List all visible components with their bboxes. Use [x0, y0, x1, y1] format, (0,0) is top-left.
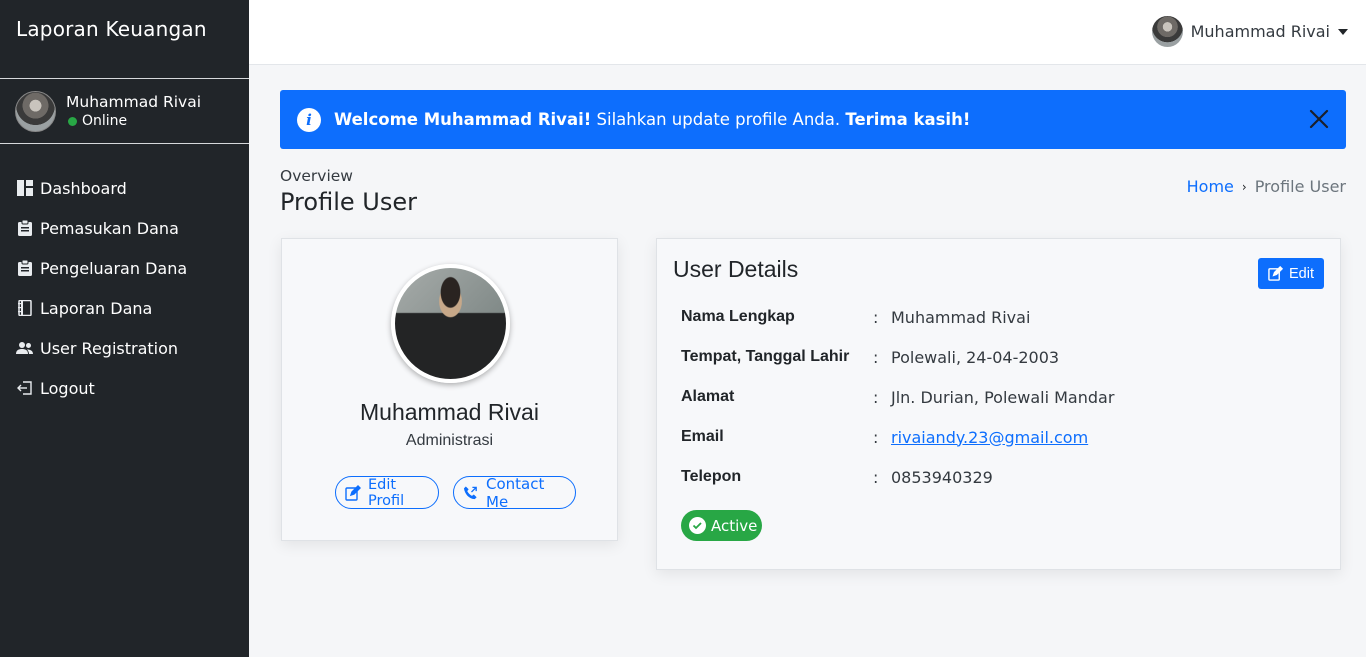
check-circle-icon: [689, 517, 706, 534]
chevron-right-icon: ›: [1241, 179, 1247, 194]
overview-label: Overview: [280, 167, 353, 185]
online-dot-icon: [68, 116, 77, 126]
sidebar-item-label: Pengeluaran Dana: [40, 258, 188, 278]
sidebar-item-label: Laporan Dana: [40, 298, 153, 318]
detail-value: Polewali, 24-04-2003: [891, 347, 1060, 367]
detail-row-email: Email : rivaiandy.23@gmail.com: [681, 426, 1088, 448]
breadcrumb-home-link[interactable]: Home: [1187, 177, 1234, 196]
topbar: Muhammad Rivai: [249, 0, 1366, 65]
avatar: [1151, 16, 1183, 47]
phone-icon: [463, 485, 479, 501]
close-icon[interactable]: [1308, 108, 1330, 130]
users-icon: [16, 340, 33, 357]
alert-text: Welcome Muhammad Rivai! Silahkan update …: [334, 110, 970, 129]
edit-profil-button[interactable]: Edit Profil: [335, 476, 439, 509]
detail-row-alamat: Alamat : Jln. Durian, Polewali Mandar: [681, 386, 1114, 408]
sidebar-item-dashboard[interactable]: Dashboard: [0, 168, 249, 208]
detail-label: Nama Lengkap: [681, 308, 795, 325]
detail-label: Alamat: [681, 388, 735, 405]
sidebar-nav: Dashboard Pemasukan Dana Pengeluaran Dan…: [0, 168, 249, 408]
detail-colon: :: [873, 387, 879, 407]
detail-value: 0853940329: [891, 467, 993, 487]
detail-label: Telepon: [681, 468, 742, 485]
edit-icon: [345, 484, 361, 501]
alert-thanks: Terima kasih!: [845, 110, 971, 129]
sidebar-item-label: Dashboard: [40, 178, 127, 198]
edit-button[interactable]: Edit: [1258, 258, 1324, 289]
sidebar-user-panel: Muhammad Rivai Online: [0, 79, 249, 144]
sidebar-item-logout[interactable]: Logout: [0, 368, 249, 408]
sidebar-user-name: Muhammad Rivai: [66, 93, 202, 111]
detail-value: Jln. Durian, Polewali Mandar: [891, 387, 1115, 407]
sidebar-item-pengeluaran-dana[interactable]: Pengeluaran Dana: [0, 248, 249, 288]
sidebar-item-label: User Registration: [40, 338, 179, 358]
online-status: Online: [66, 112, 201, 130]
detail-label: Tempat, Tanggal Lahir: [681, 348, 850, 365]
edit-label: Edit: [1289, 265, 1314, 282]
sidebar-item-label: Logout: [40, 378, 95, 398]
user-details-card: User Details Edit Nama Lengkap : Muhamma…: [656, 238, 1341, 570]
sidebar-item-label: Pemasukan Dana: [40, 218, 179, 238]
clipboard-icon: [16, 260, 33, 277]
user-details-title: User Details: [673, 256, 799, 282]
sidebar: Laporan Keuangan Muhammad Rivai Online D…: [0, 0, 249, 657]
brand-title[interactable]: Laporan Keuangan: [0, 0, 249, 79]
detail-label: Email: [681, 428, 724, 445]
breadcrumb-current: Profile User: [1254, 177, 1346, 196]
alert-message: Silahkan update profile Anda.: [591, 110, 846, 129]
sidebar-item-laporan-dana[interactable]: Laporan Dana: [0, 288, 249, 328]
detail-row-nama: Nama Lengkap : Muhammad Rivai: [681, 306, 1030, 328]
status-text: Online: [82, 113, 128, 129]
contact-me-label: Contact Me: [486, 474, 545, 511]
welcome-alert: i Welcome Muhammad Rivai! Silahkan updat…: [280, 90, 1346, 149]
detail-row-telepon: Telepon : 0853940329: [681, 466, 993, 488]
edit-icon: [1268, 266, 1283, 281]
profile-card: Muhammad Rivai Administrasi Edit Profil …: [281, 238, 618, 541]
sidebar-item-user-registration[interactable]: User Registration: [0, 328, 249, 368]
detail-colon: :: [873, 347, 879, 367]
detail-value: Muhammad Rivai: [891, 307, 1031, 327]
journal-icon: [16, 300, 33, 317]
avatar: [15, 90, 56, 132]
profile-name: Muhammad Rivai: [360, 399, 539, 425]
status-label: Active: [711, 516, 758, 535]
detail-colon: :: [873, 467, 879, 487]
status-badge: Active: [681, 510, 762, 541]
detail-row-ttl: Tempat, Tanggal Lahir : Polewali, 24-04-…: [681, 346, 1059, 368]
dashboard-icon: [16, 180, 33, 197]
breadcrumb: Home › Profile User: [1187, 177, 1346, 196]
profile-avatar: [391, 264, 510, 383]
detail-colon: :: [873, 427, 879, 447]
user-menu-toggle[interactable]: Muhammad Rivai: [1151, 16, 1348, 47]
edit-profil-label: Edit Profil: [368, 476, 405, 509]
detail-colon: :: [873, 307, 879, 327]
email-link[interactable]: rivaiandy.23@gmail.com: [891, 428, 1088, 447]
logout-icon: [16, 380, 33, 397]
info-icon: i: [297, 107, 321, 132]
topbar-user-name: Muhammad Rivai: [1190, 22, 1330, 41]
page-title: Profile User: [280, 188, 417, 216]
contact-me-button[interactable]: Contact Me: [453, 474, 576, 511]
caret-down-icon: [1338, 28, 1348, 35]
alert-welcome: Welcome Muhammad Rivai!: [334, 110, 592, 129]
profile-role: Administrasi: [405, 432, 494, 449]
clipboard-icon: [16, 220, 33, 237]
sidebar-item-pemasukan-dana[interactable]: Pemasukan Dana: [0, 208, 249, 248]
